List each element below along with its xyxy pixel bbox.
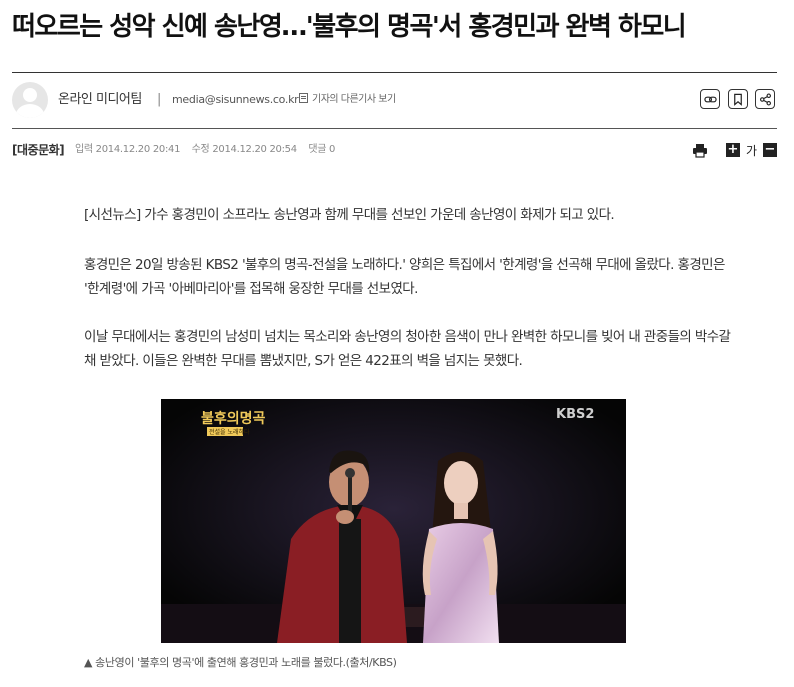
article-photo: 불후의명곡 전설을 노래하다 KBS2	[161, 399, 626, 643]
font-size-label: 가	[745, 143, 757, 158]
stage-scene: 불후의명곡 전설을 노래하다 KBS2	[161, 399, 626, 643]
print-icon	[692, 143, 707, 158]
byline-divider	[12, 128, 777, 129]
byline-separator: |	[157, 92, 162, 107]
modified-time: 수정 2014.12.20 20:54	[191, 144, 297, 155]
font-decrease-button[interactable]: −	[763, 143, 777, 157]
bookmark-icon	[734, 93, 742, 106]
author-email[interactable]: media@sisunnews.co.kr	[172, 90, 299, 110]
title-divider	[12, 72, 777, 73]
other-articles-label: 기자의 다른기사 보기	[312, 94, 396, 105]
article-meta: 입력 2014.12.20 20:41 수정 2014.12.20 20:54 …	[75, 140, 335, 160]
photo-caption: ▲ 송난영이 '불후의 명곡'에 출연해 홍경민과 노래를 불렀다.(출처/KB…	[84, 656, 397, 669]
program-logo-text: 불후의명곡	[201, 410, 266, 427]
author-name[interactable]: 온라인 미디어팀	[58, 90, 142, 110]
bookmark-button[interactable]	[728, 89, 748, 109]
print-button[interactable]	[692, 143, 708, 158]
program-sub-text: 전설을 노래하다	[209, 428, 250, 436]
share-icon	[759, 93, 771, 105]
broadcaster-logo: KBS2	[556, 407, 594, 422]
article-paragraph: 이날 무대에서는 홍경민의 남성미 넘치는 목소리와 송난영의 청아한 음색이 …	[84, 329, 731, 369]
comment-count[interactable]: 댓글 0	[308, 144, 335, 155]
published-time: 입력 2014.12.20 20:41	[75, 144, 181, 155]
other-articles-link[interactable]: 기자의 다른기사 보기	[299, 90, 396, 110]
article-paragraph: [시선뉴스] 가수 홍경민이 소프라노 송난영과 함께 무대를 선보인 가운데 …	[84, 207, 615, 223]
section-label[interactable]: [대중문화]	[12, 140, 65, 160]
font-increase-button[interactable]: +	[725, 143, 740, 157]
copy-link-button[interactable]	[700, 89, 720, 109]
article-title: 떠오르는 성악 신예 송난영…'불후의 명곡'서 홍경민과 완벽 하모니	[12, 12, 687, 42]
article-tools: + 가 −	[692, 140, 777, 160]
link-icon	[703, 96, 717, 102]
document-icon	[299, 93, 308, 103]
avatar	[12, 82, 48, 118]
article-paragraph: 홍경민은 20일 방송된 KBS2 '불후의 명곡-전설을 노래하다.' 양희은…	[84, 257, 725, 297]
share-button[interactable]	[755, 89, 775, 109]
